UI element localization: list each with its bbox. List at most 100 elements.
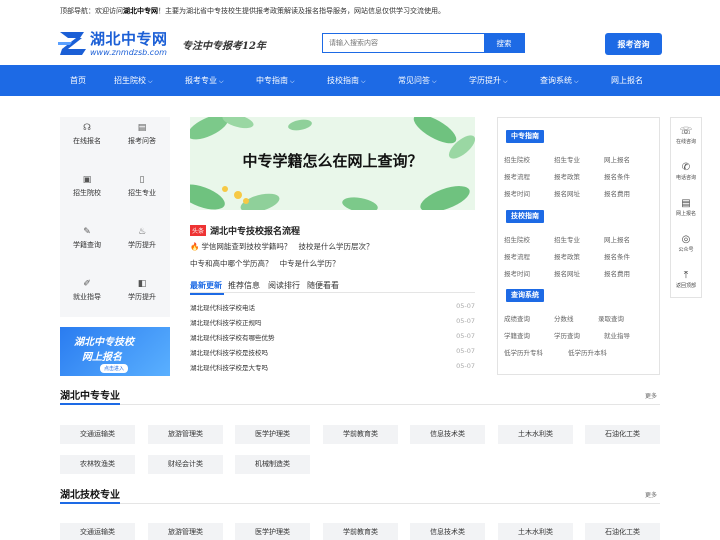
nav-item-query[interactable]: 查询系统 ⌵ [540,65,579,96]
hot-question-1[interactable]: 学信网能查到技校学籍吗？ [201,242,291,251]
nav-item-zhongzhuan-guide[interactable]: 中专指南 ⌵ [256,65,295,96]
guide-link[interactable]: 报考时间 [504,268,530,278]
online-apply-banner[interactable]: 湖北中专技校 网上报名 点击进入 [60,327,170,376]
quick-link-schools[interactable]: ▣ 招生院校 [62,175,112,198]
guide-link[interactable]: 报名条件 [604,251,630,261]
hot-question-2[interactable]: 技校是什么学历层次？ [299,242,374,251]
nav-item-schools[interactable]: 招生院校 ⌵ [114,65,153,96]
guide-link[interactable]: 报考政策 [554,171,580,181]
sidebar-online-consult[interactable]: ☏ 在线咨询 [671,126,701,145]
guide-link[interactable]: 报考流程 [504,171,530,181]
major-chip[interactable]: 学前教育类 [323,523,398,540]
tab-latest[interactable]: 最新更新 [190,280,222,291]
nav-item-faq[interactable]: 常见问答 ⌵ [398,65,437,96]
headset-icon: ☊ [83,123,91,133]
top-notice-site[interactable]: 湖北中专网 [123,7,158,15]
article-list: 湖北现代科技学校电话 05-07 湖北现代科技学校正规吗 05-07 湖北现代科技学… [190,300,475,375]
major-chip[interactable]: 旅游管理类 [148,425,223,444]
sidebar-online-apply[interactable]: ▤ 网上报名 [671,198,701,217]
nav-item-degree[interactable]: 学历提升 ⌵ [469,65,508,96]
major-chip[interactable]: 医学护理类 [235,523,310,540]
chevron-down-icon: ⌵ [290,78,295,85]
nav-item-jixiao-guide[interactable]: 技校指南 ⌵ [327,65,366,96]
document-icon: ▯ [139,175,145,185]
quick-link-employment[interactable]: ✐ 就业指导 [62,279,112,302]
search-bar: 搜索 [322,33,525,53]
hero-banner[interactable]: 中专学籍怎么在网上查询？ [190,117,475,210]
guide-link[interactable]: 招生专业 [554,154,580,164]
section-more-link[interactable]: 更多 [645,490,657,499]
major-chip[interactable]: 农林牧渔类 [60,455,135,474]
query-link[interactable]: 学历查询 [554,330,580,340]
query-link[interactable]: 低学历升专科 [504,347,543,357]
major-chip[interactable]: 机械制造类 [235,455,310,474]
nav-item-home[interactable]: 首页 [70,65,86,96]
major-chip[interactable]: 交通运输类 [60,425,135,444]
guide-link[interactable]: 招生院校 [504,234,530,244]
guide-link[interactable]: 报名费用 [604,188,630,198]
hot-question-4[interactable]: 中专是什么学历？ [280,259,340,268]
guide-panel: 中专指南 招生院校 招生专业 网上报名 报考流程 报考政策 报名条件 报考时间 … [497,117,660,375]
quick-link-degree[interactable]: ♨ 学历提升 [117,227,167,250]
quick-link-majors[interactable]: ▯ 招生专业 [117,175,167,198]
major-chip[interactable]: 土木水利类 [498,425,573,444]
guide-link[interactable]: 报名费用 [604,268,630,278]
query-link[interactable]: 低学历升本科 [568,347,607,357]
guide-link[interactable]: 招生院校 [504,154,530,164]
nav-item-online-apply[interactable]: 网上报名 [611,65,643,96]
query-link[interactable]: 分数线 [554,313,574,323]
hot-question-3[interactable]: 中专和高中哪个学历高？ [190,259,273,268]
list-item[interactable]: 湖北现代科技学校正规吗 05-07 [190,315,475,330]
quick-link-degree-2[interactable]: ◧ 学历提升 [117,279,167,302]
major-chip[interactable]: 旅游管理类 [148,523,223,540]
guide-link[interactable]: 网上报名 [604,154,630,164]
guide-link[interactable]: 招生专业 [554,234,580,244]
quick-link-faq[interactable]: ▤ 报考问答 [117,123,167,146]
list-item[interactable]: 湖北现代科技学校是技校吗 05-07 [190,345,475,360]
major-chip[interactable]: 医学护理类 [235,425,310,444]
sidebar-phone-consult[interactable]: ✆ 电话咨询 [671,162,701,181]
headline-title: 湖北中专技校报名流程 [210,227,301,237]
major-chip[interactable]: 学前教育类 [323,425,398,444]
major-chip[interactable]: 财经会计类 [148,455,223,474]
query-link[interactable]: 成绩查询 [504,313,530,323]
list-item[interactable]: 湖北现代科技学校电话 05-07 [190,300,475,315]
guide-link[interactable]: 报考流程 [504,251,530,261]
major-chip[interactable]: 信息技术类 [410,523,485,540]
nav-item-majors[interactable]: 报考专业 ⌵ [185,65,224,96]
major-chip[interactable]: 土木水利类 [498,523,573,540]
guide-link[interactable]: 报考时间 [504,188,530,198]
major-chip[interactable]: 信息技术类 [410,425,485,444]
zhongzhuan-guide-heading[interactable]: 中专指南 [506,130,544,143]
tab-recommended[interactable]: 推荐信息 [228,280,260,291]
sidebar-back-to-top[interactable]: ⤒ 返回顶部 [671,270,701,289]
section-more-link[interactable]: 更多 [645,391,657,400]
list-item[interactable]: 湖北现代科技学校有哪些优势 05-07 [190,330,475,345]
headset-icon: ☏ [679,126,693,137]
guide-link[interactable]: 报名网址 [554,188,580,198]
quick-link-status-query[interactable]: ✎ 学籍查询 [62,227,112,250]
search-input[interactable] [323,34,484,52]
site-logo[interactable]: 湖北中专网 www.znmdzsb.com [58,28,173,60]
list-item[interactable]: 湖北现代科技学校是大专吗 05-07 [190,360,475,375]
consult-button[interactable]: 报考咨询 [605,33,662,55]
tab-random[interactable]: 随便看看 [307,280,339,291]
jixiao-guide-heading[interactable]: 技校指南 [506,210,544,223]
query-system-heading[interactable]: 查询系统 [506,289,544,302]
guide-link[interactable]: 报名网址 [554,268,580,278]
query-link[interactable]: 录取查询 [598,313,624,323]
guide-link[interactable]: 报名条件 [604,171,630,181]
search-button[interactable]: 搜索 [484,34,524,52]
sidebar-wechat[interactable]: ◎ 公众号 [671,234,701,253]
query-link[interactable]: 就业指导 [604,330,630,340]
guide-link[interactable]: 报考政策 [554,251,580,261]
tab-popular[interactable]: 阅读排行 [268,280,300,291]
major-chip[interactable]: 交通运输类 [60,523,135,540]
guide-link[interactable]: 网上报名 [604,234,630,244]
hero-title: 中专学籍怎么在网上查询？ [242,152,423,170]
major-chip[interactable]: 石油化工类 [585,425,660,444]
quick-link-online-apply[interactable]: ☊ 在线报名 [62,123,112,146]
headline[interactable]: 头条 湖北中专技校报名流程 [190,224,300,237]
query-link[interactable]: 学籍查询 [504,330,530,340]
major-chip[interactable]: 石油化工类 [585,523,660,540]
